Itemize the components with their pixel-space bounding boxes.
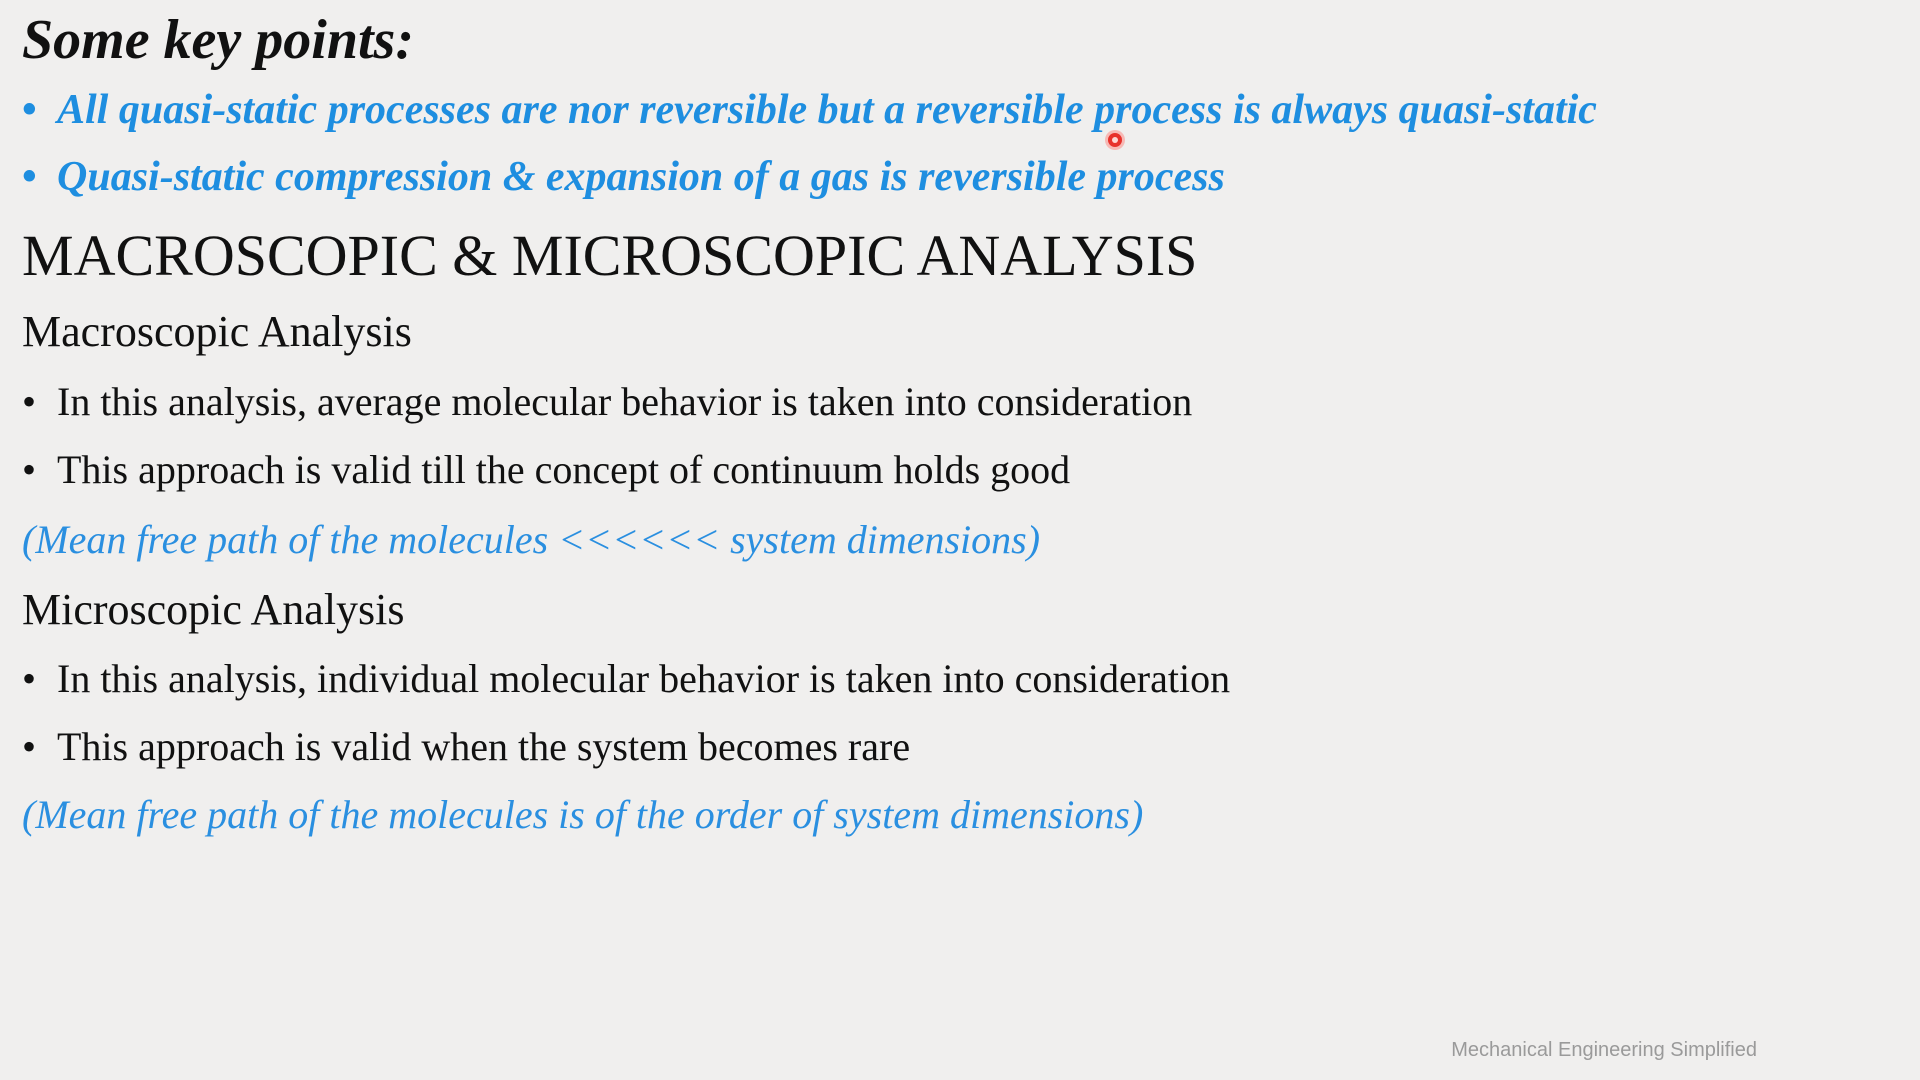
bullet-icon: • xyxy=(22,447,37,492)
macroscopic-heading: Macroscopic Analysis xyxy=(22,307,412,356)
channel-watermark: Mechanical Engineering Simplified xyxy=(1451,1039,1757,1061)
macroscopic-note: (Mean free path of the molecules <<<<<< … xyxy=(22,517,1041,562)
laser-pointer-icon xyxy=(1108,133,1122,147)
bullet-text: In this analysis, average molecular beha… xyxy=(57,379,1193,424)
bullet-icon: • xyxy=(22,656,37,701)
main-heading: MACROSCOPIC & MICROSCOPIC ANALYSIS xyxy=(22,223,1198,288)
bullet-icon: • xyxy=(22,87,37,133)
bullet-icon: • xyxy=(22,154,37,200)
bullet-text: This approach is valid when the system b… xyxy=(57,724,911,769)
key-point-2: • Quasi-static compression & expansion o… xyxy=(22,153,1225,201)
bullet-text: This approach is valid till the concept … xyxy=(57,447,1071,492)
microscopic-point-1: • In this analysis, individual molecular… xyxy=(22,655,1230,702)
bullet-icon: • xyxy=(22,379,37,424)
microscopic-heading: Microscopic Analysis xyxy=(22,585,405,634)
presentation-slide: Some key points: • All quasi-static proc… xyxy=(0,0,1920,1080)
bullet-icon: • xyxy=(22,724,37,769)
microscopic-point-2: • This approach is valid when the system… xyxy=(22,723,910,770)
macroscopic-point-1: • In this analysis, average molecular be… xyxy=(22,378,1192,425)
macroscopic-point-2: • This approach is valid till the concep… xyxy=(22,446,1070,493)
key-point-text: Quasi-static compression & expansion of … xyxy=(57,154,1225,200)
key-point-text: All quasi-static processes are nor rever… xyxy=(57,87,1597,133)
key-point-1: • All quasi-static processes are nor rev… xyxy=(22,86,1597,134)
keypoints-title: Some key points: xyxy=(22,9,414,71)
bullet-text: In this analysis, individual molecular b… xyxy=(57,656,1231,701)
microscopic-note: (Mean free path of the molecules is of t… xyxy=(22,792,1144,837)
